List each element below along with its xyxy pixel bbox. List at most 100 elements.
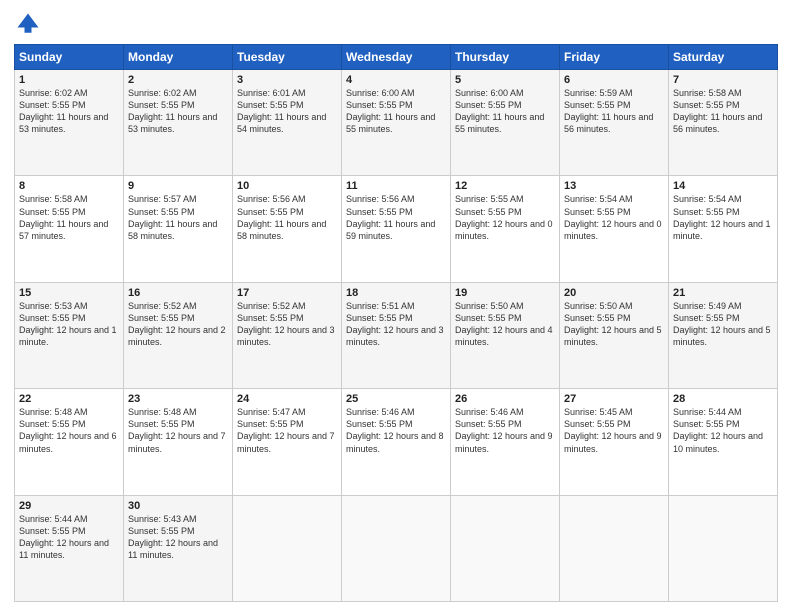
day-number: 16 (128, 287, 228, 299)
day-cell: 27 Sunrise: 5:45 AMSunset: 5:55 PMDaylig… (560, 389, 669, 495)
day-cell: 25 Sunrise: 5:46 AMSunset: 5:55 PMDaylig… (342, 389, 451, 495)
day-content: Sunrise: 5:57 AMSunset: 5:55 PMDaylight:… (128, 193, 228, 242)
day-number: 5 (455, 74, 555, 86)
day-number: 3 (237, 74, 337, 86)
day-content: Sunrise: 5:56 AMSunset: 5:55 PMDaylight:… (237, 193, 337, 242)
day-content: Sunrise: 6:01 AMSunset: 5:55 PMDaylight:… (237, 87, 337, 136)
calendar-body: 1 Sunrise: 6:02 AMSunset: 5:55 PMDayligh… (15, 70, 778, 602)
day-number: 20 (564, 287, 664, 299)
day-cell: 6 Sunrise: 5:59 AMSunset: 5:55 PMDayligh… (560, 70, 669, 176)
day-cell (233, 495, 342, 601)
day-number: 15 (19, 287, 119, 299)
day-content: Sunrise: 5:48 AMSunset: 5:55 PMDaylight:… (19, 406, 119, 455)
day-content: Sunrise: 5:43 AMSunset: 5:55 PMDaylight:… (128, 513, 228, 562)
week-row: 29 Sunrise: 5:44 AMSunset: 5:55 PMDaylig… (15, 495, 778, 601)
day-cell: 15 Sunrise: 5:53 AMSunset: 5:55 PMDaylig… (15, 282, 124, 388)
day-content: Sunrise: 5:46 AMSunset: 5:55 PMDaylight:… (346, 406, 446, 455)
weekday-header: Wednesday (342, 45, 451, 70)
day-cell: 18 Sunrise: 5:51 AMSunset: 5:55 PMDaylig… (342, 282, 451, 388)
day-cell: 26 Sunrise: 5:46 AMSunset: 5:55 PMDaylig… (451, 389, 560, 495)
day-cell: 10 Sunrise: 5:56 AMSunset: 5:55 PMDaylig… (233, 176, 342, 282)
day-number: 17 (237, 287, 337, 299)
day-number: 18 (346, 287, 446, 299)
weekday-header: Tuesday (233, 45, 342, 70)
weekday-header: Saturday (669, 45, 778, 70)
week-row: 15 Sunrise: 5:53 AMSunset: 5:55 PMDaylig… (15, 282, 778, 388)
day-cell: 2 Sunrise: 6:02 AMSunset: 5:55 PMDayligh… (124, 70, 233, 176)
weekday-header: Sunday (15, 45, 124, 70)
day-content: Sunrise: 5:47 AMSunset: 5:55 PMDaylight:… (237, 406, 337, 455)
day-number: 27 (564, 393, 664, 405)
day-content: Sunrise: 6:00 AMSunset: 5:55 PMDaylight:… (346, 87, 446, 136)
day-content: Sunrise: 5:46 AMSunset: 5:55 PMDaylight:… (455, 406, 555, 455)
day-number: 30 (128, 500, 228, 512)
day-cell: 8 Sunrise: 5:58 AMSunset: 5:55 PMDayligh… (15, 176, 124, 282)
day-cell: 5 Sunrise: 6:00 AMSunset: 5:55 PMDayligh… (451, 70, 560, 176)
day-content: Sunrise: 5:44 AMSunset: 5:55 PMDaylight:… (19, 513, 119, 562)
day-content: Sunrise: 5:55 AMSunset: 5:55 PMDaylight:… (455, 193, 555, 242)
day-number: 14 (673, 180, 773, 192)
day-content: Sunrise: 6:02 AMSunset: 5:55 PMDaylight:… (19, 87, 119, 136)
day-content: Sunrise: 5:52 AMSunset: 5:55 PMDaylight:… (128, 300, 228, 349)
day-number: 21 (673, 287, 773, 299)
day-number: 1 (19, 74, 119, 86)
day-content: Sunrise: 6:02 AMSunset: 5:55 PMDaylight:… (128, 87, 228, 136)
day-cell: 3 Sunrise: 6:01 AMSunset: 5:55 PMDayligh… (233, 70, 342, 176)
day-number: 6 (564, 74, 664, 86)
day-number: 23 (128, 393, 228, 405)
week-row: 8 Sunrise: 5:58 AMSunset: 5:55 PMDayligh… (15, 176, 778, 282)
day-cell: 12 Sunrise: 5:55 AMSunset: 5:55 PMDaylig… (451, 176, 560, 282)
day-number: 19 (455, 287, 555, 299)
day-number: 28 (673, 393, 773, 405)
weekday-header: Friday (560, 45, 669, 70)
day-content: Sunrise: 5:45 AMSunset: 5:55 PMDaylight:… (564, 406, 664, 455)
day-cell (669, 495, 778, 601)
calendar-table: SundayMondayTuesdayWednesdayThursdayFrid… (14, 44, 778, 602)
day-cell: 17 Sunrise: 5:52 AMSunset: 5:55 PMDaylig… (233, 282, 342, 388)
day-cell: 7 Sunrise: 5:58 AMSunset: 5:55 PMDayligh… (669, 70, 778, 176)
day-cell: 19 Sunrise: 5:50 AMSunset: 5:55 PMDaylig… (451, 282, 560, 388)
day-cell: 28 Sunrise: 5:44 AMSunset: 5:55 PMDaylig… (669, 389, 778, 495)
day-number: 24 (237, 393, 337, 405)
day-cell: 24 Sunrise: 5:47 AMSunset: 5:55 PMDaylig… (233, 389, 342, 495)
calendar-header: SundayMondayTuesdayWednesdayThursdayFrid… (15, 45, 778, 70)
day-number: 12 (455, 180, 555, 192)
day-cell: 13 Sunrise: 5:54 AMSunset: 5:55 PMDaylig… (560, 176, 669, 282)
day-number: 4 (346, 74, 446, 86)
day-cell: 20 Sunrise: 5:50 AMSunset: 5:55 PMDaylig… (560, 282, 669, 388)
day-number: 11 (346, 180, 446, 192)
day-cell: 29 Sunrise: 5:44 AMSunset: 5:55 PMDaylig… (15, 495, 124, 601)
day-number: 10 (237, 180, 337, 192)
header (14, 10, 778, 38)
logo-icon (14, 10, 42, 38)
day-cell: 22 Sunrise: 5:48 AMSunset: 5:55 PMDaylig… (15, 389, 124, 495)
day-cell: 1 Sunrise: 6:02 AMSunset: 5:55 PMDayligh… (15, 70, 124, 176)
day-content: Sunrise: 5:56 AMSunset: 5:55 PMDaylight:… (346, 193, 446, 242)
day-content: Sunrise: 5:54 AMSunset: 5:55 PMDaylight:… (564, 193, 664, 242)
day-number: 22 (19, 393, 119, 405)
day-content: Sunrise: 5:48 AMSunset: 5:55 PMDaylight:… (128, 406, 228, 455)
day-number: 29 (19, 500, 119, 512)
day-number: 9 (128, 180, 228, 192)
day-number: 26 (455, 393, 555, 405)
day-content: Sunrise: 5:53 AMSunset: 5:55 PMDaylight:… (19, 300, 119, 349)
day-content: Sunrise: 6:00 AMSunset: 5:55 PMDaylight:… (455, 87, 555, 136)
day-number: 13 (564, 180, 664, 192)
day-cell: 4 Sunrise: 6:00 AMSunset: 5:55 PMDayligh… (342, 70, 451, 176)
day-cell: 16 Sunrise: 5:52 AMSunset: 5:55 PMDaylig… (124, 282, 233, 388)
day-content: Sunrise: 5:58 AMSunset: 5:55 PMDaylight:… (19, 193, 119, 242)
day-content: Sunrise: 5:50 AMSunset: 5:55 PMDaylight:… (564, 300, 664, 349)
day-number: 7 (673, 74, 773, 86)
day-cell: 21 Sunrise: 5:49 AMSunset: 5:55 PMDaylig… (669, 282, 778, 388)
calendar-page: SundayMondayTuesdayWednesdayThursdayFrid… (0, 0, 792, 612)
day-cell: 30 Sunrise: 5:43 AMSunset: 5:55 PMDaylig… (124, 495, 233, 601)
day-content: Sunrise: 5:49 AMSunset: 5:55 PMDaylight:… (673, 300, 773, 349)
day-cell: 9 Sunrise: 5:57 AMSunset: 5:55 PMDayligh… (124, 176, 233, 282)
weekday-row: SundayMondayTuesdayWednesdayThursdayFrid… (15, 45, 778, 70)
day-content: Sunrise: 5:51 AMSunset: 5:55 PMDaylight:… (346, 300, 446, 349)
day-content: Sunrise: 5:58 AMSunset: 5:55 PMDaylight:… (673, 87, 773, 136)
weekday-header: Monday (124, 45, 233, 70)
day-number: 2 (128, 74, 228, 86)
day-number: 25 (346, 393, 446, 405)
day-content: Sunrise: 5:50 AMSunset: 5:55 PMDaylight:… (455, 300, 555, 349)
